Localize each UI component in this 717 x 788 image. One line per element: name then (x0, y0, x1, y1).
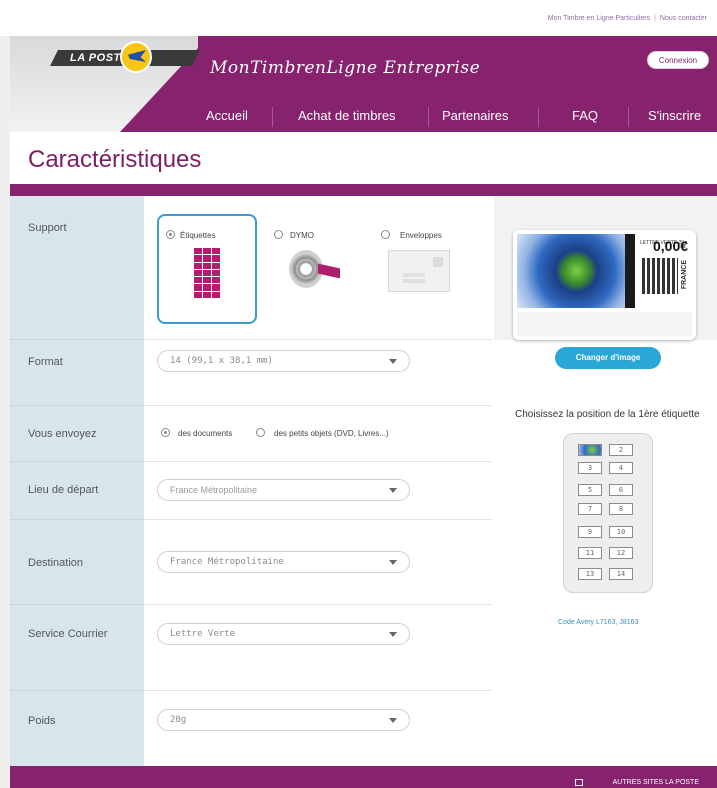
support-option-etiquettes-label: Étiquettes (180, 231, 216, 240)
row-divider (10, 690, 144, 691)
stamp-black-bar (625, 234, 635, 308)
format-select[interactable]: 14 (99,1 x 38,1 mm) (157, 350, 410, 372)
chevron-down-icon (389, 359, 397, 364)
envoi-radio-petits-objets[interactable] (256, 428, 265, 437)
nav-sinscrire[interactable]: S'inscrire (648, 108, 701, 128)
envoi-radio-documents[interactable] (161, 428, 170, 437)
stamp-footer-strip (517, 312, 692, 336)
row-divider (10, 461, 144, 462)
depart-label: Lieu de départ (28, 484, 99, 496)
page-title: Caractéristiques (28, 146, 202, 173)
destination-select[interactable]: France Métropolitaine (157, 551, 410, 573)
envoi-label: Vous envoyez (28, 428, 97, 440)
position-cell-10[interactable]: 10 (609, 526, 633, 538)
label-position-grid (563, 433, 653, 593)
brand-title: MonTimbrenLigne Entreprise (210, 58, 481, 78)
nav-divider (428, 107, 429, 127)
top-link-particuliers[interactable]: Mon Timbre en Ligne Particuliers (544, 15, 654, 22)
service-label: Service Courrier (28, 628, 108, 640)
position-cell-11[interactable]: 11 (578, 547, 602, 559)
nav-accueil[interactable]: Accueil (206, 108, 248, 128)
position-cell-7[interactable]: 7 (578, 503, 602, 515)
depart-select[interactable]: France Métropolitaine (157, 479, 410, 501)
top-links: Mon Timbre en Ligne Particuliers | Nous co… (544, 15, 711, 22)
row-divider (10, 339, 144, 340)
chevron-down-icon (389, 488, 397, 493)
position-cell-14[interactable]: 14 (609, 568, 633, 580)
support-radio-dymo[interactable] (274, 230, 283, 239)
support-option-enveloppes-label: Enveloppes (400, 231, 442, 240)
left-margin (0, 0, 10, 788)
nav-divider (538, 107, 539, 127)
destination-label: Destination (28, 557, 84, 569)
chevron-down-icon (389, 560, 397, 565)
nav-divider (272, 107, 273, 127)
footer-bar (10, 766, 717, 788)
destination-select-value: France Métropolitaine (170, 557, 284, 567)
chevron-down-icon (389, 718, 397, 723)
position-cell-13[interactable]: 13 (578, 568, 602, 580)
top-link-contact[interactable]: Nous contacter (656, 15, 711, 22)
envoi-option-documents-label: des documents (178, 429, 233, 438)
service-select[interactable]: Lettre Verte (157, 623, 410, 645)
depart-select-value: France Métropolitaine (170, 485, 258, 495)
label-column (10, 196, 144, 766)
chevron-down-icon (389, 632, 397, 637)
support-label: Support (28, 222, 67, 234)
label-sheet-icon (194, 248, 220, 298)
position-cell-8[interactable]: 8 (609, 503, 633, 515)
position-cell-3[interactable]: 3 (578, 462, 602, 474)
form-frame-top (10, 184, 717, 196)
row-divider (10, 405, 144, 406)
position-cell-9[interactable]: 9 (578, 526, 602, 538)
service-select-value: Lettre Verte (170, 629, 236, 639)
nav-faq[interactable]: FAQ (572, 108, 598, 128)
code-avery-link[interactable]: Code Avery L7163, J8163 (558, 619, 638, 626)
datamatrix-code-icon (642, 258, 678, 294)
position-cell-1[interactable]: 1 (578, 444, 602, 456)
format-select-value: 14 (99,1 x 38,1 mm) (170, 356, 273, 366)
envoi-option-petits-objets-label: des petits objets (DVD, Livres...) (274, 429, 389, 438)
poids-select[interactable]: 20g (157, 709, 410, 731)
support-radio-etiquettes[interactable] (166, 230, 175, 239)
poids-label: Poids (28, 715, 56, 727)
stamp-country: FRANCE (681, 260, 688, 290)
site-header: LA POSTE MonTimbrenLigne Entreprise Conn… (10, 36, 717, 132)
top-utility-bar: Mon Timbre en Ligne Particuliers | Nous co… (0, 0, 717, 36)
nav-achat-de-timbres[interactable]: Achat de timbres (298, 108, 396, 128)
position-cell-6[interactable]: 6 (609, 484, 633, 496)
format-label: Format (28, 356, 63, 368)
row-divider (10, 519, 144, 520)
position-cell-4[interactable]: 4 (609, 462, 633, 474)
position-cell-5[interactable]: 5 (578, 484, 602, 496)
poids-select-value: 20g (170, 715, 187, 725)
login-button[interactable]: Connexion (647, 51, 709, 69)
change-image-button[interactable]: Changer d'image (555, 347, 661, 369)
stamp-price: 0,00€ (653, 238, 689, 254)
stamp-preview: LETTRE VERTE 20g 0,00€ FRANCE (513, 230, 696, 340)
envelope-icon[interactable] (388, 250, 450, 292)
position-cell-2[interactable]: 2 (609, 444, 633, 456)
stamp-photo-image (517, 234, 625, 308)
nav-divider (628, 107, 629, 127)
support-option-dymo-label: DYMO (290, 231, 314, 240)
position-cell-12[interactable]: 12 (609, 547, 633, 559)
nav-partenaires[interactable]: Partenaires (442, 108, 508, 128)
row-divider (10, 604, 144, 605)
choose-position-text: Choisissez la position de la 1ère étique… (515, 409, 700, 420)
window-icon (575, 779, 583, 786)
support-radio-enveloppes[interactable] (381, 230, 390, 239)
footer-other-sites-link[interactable]: AUTRES SITES LA POSTE (613, 779, 699, 786)
